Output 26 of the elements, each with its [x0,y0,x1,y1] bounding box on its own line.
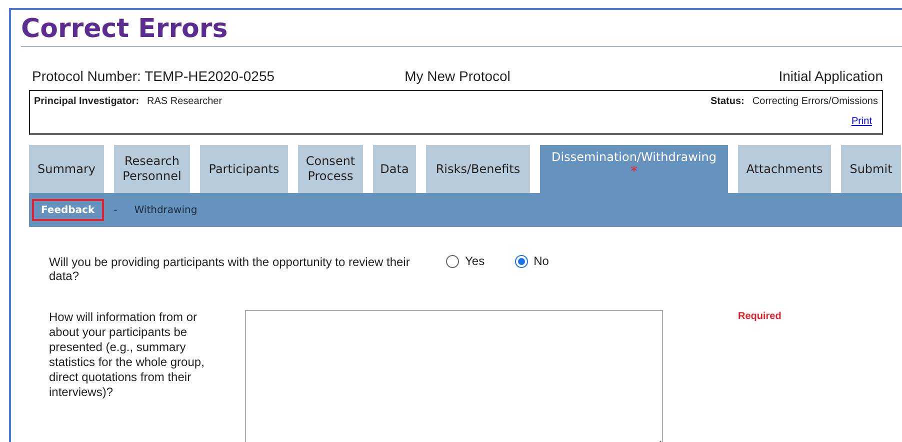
radio-option[interactable]: Yes [446,252,485,270]
answer-box[interactable] [245,310,663,442]
tab[interactable]: Attachments [738,145,831,193]
page-title: Correct Errors [21,14,229,44]
subtab[interactable]: Withdrawing [127,199,204,221]
separator: - [114,204,118,218]
tab[interactable]: Submit [841,145,901,193]
required-note: Required [738,310,782,324]
pi-label: Principal Investigator: [34,95,140,109]
protocol-number: Protocol Number: TEMP-HE2020-0255 [32,67,276,86]
radio-option[interactable]: No [514,252,549,270]
print-link[interactable]: Print [851,114,872,129]
status-value: Correcting Errors/Omissions [752,95,878,109]
pi-value: RAS Researcher [147,95,222,109]
tab[interactable]: Research Personnel [114,145,190,193]
question-label: How will information from or about your participants be presented (e.g., summary statistics for the whole group, direct quotations from their interviews)? [49,310,206,400]
error-mark: * [630,165,638,179]
status-label: Status: [710,95,744,109]
tab[interactable]: Consent Process [298,145,363,193]
tab[interactable]: Participants [200,145,288,193]
question-label: Will you be providing participants with the opportunity to review their data? [49,255,411,283]
tab[interactable]: Data [373,145,416,193]
protocol-type: Initial Application [778,67,883,86]
tab[interactable]: Risks/Benefits [426,145,530,193]
protocol-name: My New Protocol [404,67,510,86]
tab[interactable]: Summary [29,145,104,193]
